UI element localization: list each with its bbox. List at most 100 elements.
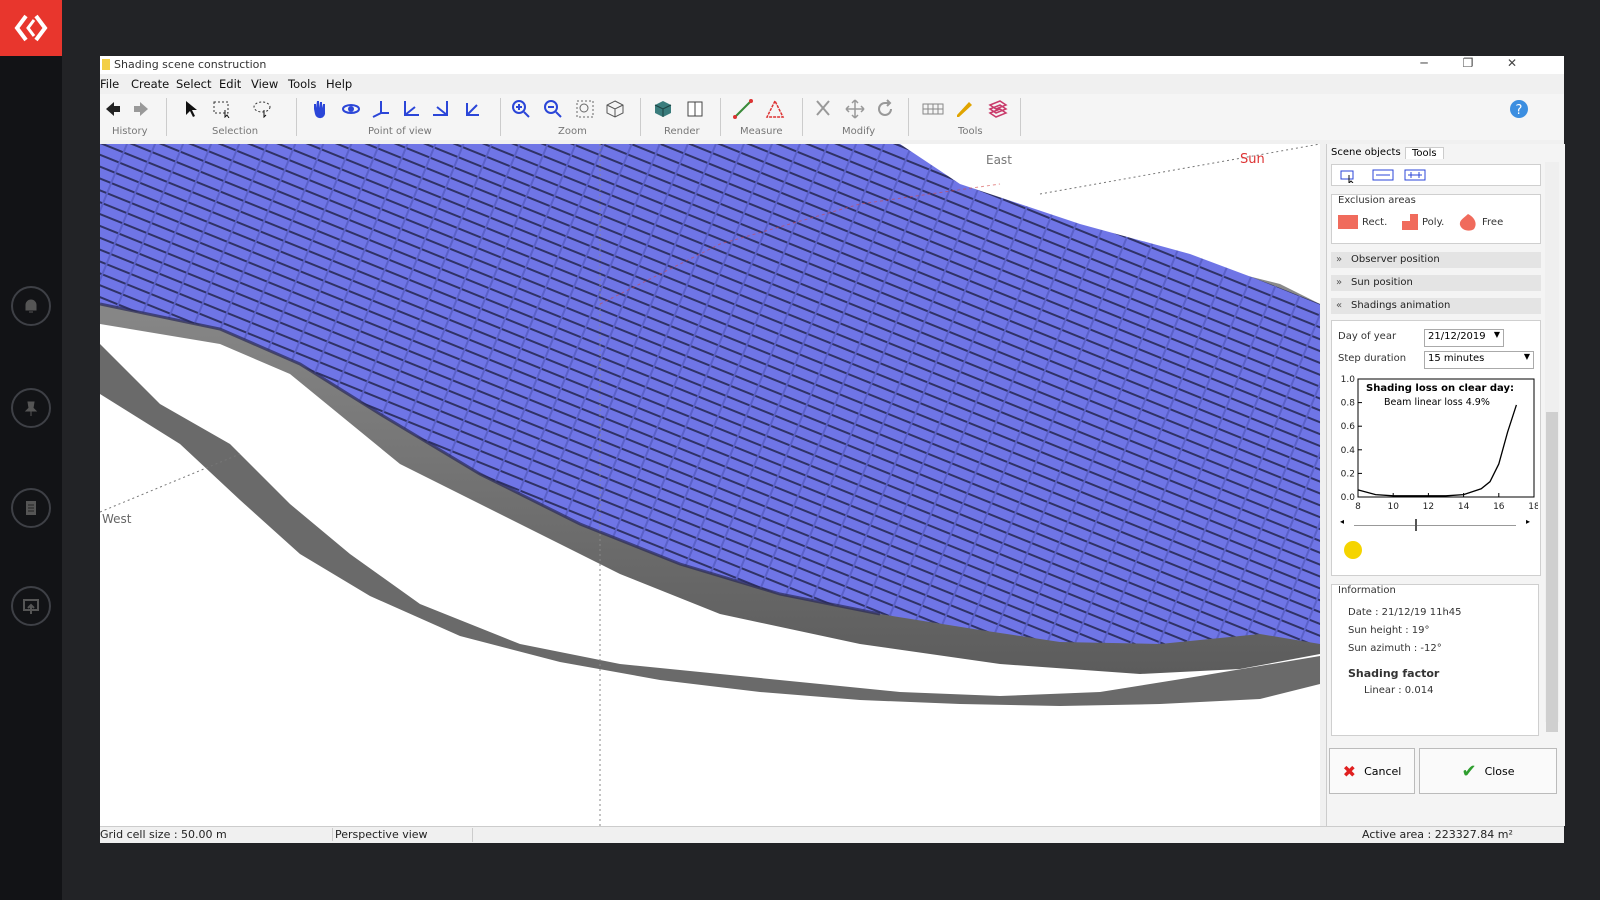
scissors-icon[interactable]	[812, 98, 834, 120]
pin-icon[interactable]	[11, 388, 51, 428]
section-shadings-animation[interactable]: « Shadings animation	[1331, 298, 1541, 314]
spacing-icon[interactable]	[1404, 167, 1426, 183]
pan-hand-icon[interactable]	[308, 98, 330, 120]
menu-file[interactable]: File	[100, 77, 119, 91]
scene-viewport[interactable]: East West Sun	[100, 144, 1320, 826]
menu-create[interactable]: Create	[131, 77, 169, 91]
day-of-year-dropdown[interactable]: 21/12/2019 ▼	[1424, 329, 1504, 347]
toolbar-separator	[908, 98, 909, 136]
poly-label[interactable]: Poly.	[1422, 217, 1444, 228]
view-z-icon[interactable]	[462, 98, 484, 120]
app-logo[interactable]	[0, 0, 62, 56]
cancel-button[interactable]: ✖ Cancel	[1329, 748, 1415, 794]
step-duration-dropdown[interactable]: 15 minutes ▼	[1424, 351, 1534, 369]
upload-icon[interactable]	[11, 586, 51, 626]
close-label: Close	[1484, 764, 1515, 778]
rect-icon[interactable]	[1338, 215, 1358, 229]
y-tick-label: 0.2	[1341, 469, 1355, 479]
slider-right-icon[interactable]: ▸	[1526, 517, 1530, 526]
layers-icon[interactable]	[986, 98, 1008, 120]
time-slider[interactable]: ◂ ▸	[1340, 517, 1530, 531]
info-title: Information	[1338, 585, 1396, 596]
free-label[interactable]: Free	[1482, 217, 1503, 228]
tab-tools[interactable]: Tools	[1405, 147, 1444, 159]
poly-icon[interactable]	[1400, 213, 1420, 231]
slider-left-icon[interactable]: ◂	[1340, 517, 1344, 526]
x-tick-label: 16	[1493, 502, 1505, 512]
x-tick-label: 10	[1387, 502, 1399, 512]
step-value: 15 minutes	[1428, 353, 1485, 364]
y-tick-label: 1.0	[1341, 375, 1356, 385]
notes-icon[interactable]	[11, 488, 51, 528]
pencil-icon[interactable]	[954, 98, 976, 120]
group-zoom: Zoom	[558, 126, 587, 137]
slider-thumb[interactable]	[1414, 519, 1417, 531]
menu-select[interactable]: Select	[176, 77, 211, 91]
close-window-button[interactable]: ✕	[1492, 56, 1532, 74]
scroll-thumb[interactable]	[1546, 412, 1558, 732]
info-date: Date : 21/12/19 11h45	[1348, 607, 1462, 618]
zoom-out-icon[interactable]	[542, 98, 564, 120]
y-tick-label: 0.4	[1341, 446, 1356, 456]
logo-icon	[14, 14, 48, 42]
width-icon[interactable]	[1372, 167, 1394, 183]
day-value: 21/12/2019	[1428, 331, 1486, 342]
status-view: Perspective view	[332, 828, 428, 841]
information-box: Information Date : 21/12/19 11h45 Sun he…	[1331, 584, 1539, 736]
shading-factor-title: Shading factor	[1348, 667, 1440, 680]
animation-box: Day of year 21/12/2019 ▼ Step duration 15…	[1331, 320, 1541, 576]
restore-button[interactable]: ❐	[1448, 56, 1488, 74]
move-icon[interactable]	[844, 98, 866, 120]
menu-view[interactable]: View	[251, 77, 278, 91]
help-icon[interactable]: ?	[1508, 98, 1530, 120]
section-observer-position[interactable]: » Observer position	[1331, 252, 1541, 268]
tool-icons-strip	[1331, 164, 1541, 186]
zoom-in-icon[interactable]	[510, 98, 532, 120]
rect-label[interactable]: Rect.	[1362, 217, 1387, 228]
measure-angle-icon[interactable]	[764, 98, 786, 120]
measure-distance-icon[interactable]	[732, 98, 754, 120]
bell-icon[interactable]	[11, 286, 51, 326]
close-button[interactable]: ✔ Close	[1419, 748, 1557, 794]
day-label: Day of year	[1338, 331, 1397, 342]
group-tools: Tools	[958, 126, 983, 137]
minimize-button[interactable]: ─	[1404, 56, 1444, 74]
zoom-extents-icon[interactable]	[604, 98, 626, 120]
align-icon[interactable]	[1340, 167, 1358, 183]
orbit-icon[interactable]	[340, 98, 362, 120]
view-axes-icon[interactable]	[370, 98, 392, 120]
group-modify: Modify	[842, 126, 876, 137]
menu-tools[interactable]: Tools	[288, 77, 316, 91]
east-label: East	[986, 153, 1012, 167]
check-icon: ✔	[1461, 760, 1477, 782]
pointer-icon[interactable]	[180, 98, 202, 120]
grid-icon[interactable]	[922, 98, 944, 120]
menu-help[interactable]: Help	[326, 77, 352, 91]
panel-scrollbar[interactable]	[1545, 162, 1559, 732]
tab-scene-objects[interactable]: Scene objects	[1331, 147, 1401, 158]
toolbar-separator	[640, 98, 641, 136]
rotate-icon[interactable]	[874, 98, 896, 120]
expand-icon: »	[1336, 254, 1343, 265]
undo-arrow-icon[interactable]	[102, 98, 124, 120]
render-wire-icon[interactable]	[684, 98, 706, 120]
info-sun-height: Sun height : 19°	[1348, 625, 1430, 636]
info-sun-azimuth: Sun azimuth : -12°	[1348, 643, 1442, 654]
dropdown-arrow-icon: ▼	[1523, 352, 1530, 361]
status-bar: Grid cell size : 50.00 m Perspective vie…	[100, 826, 1564, 843]
render-shaded-icon[interactable]	[652, 98, 674, 120]
view-y-icon[interactable]	[430, 98, 452, 120]
x-tick-label: 14	[1458, 502, 1470, 512]
slider-track	[1354, 525, 1516, 526]
menu-edit[interactable]: Edit	[219, 77, 241, 91]
free-icon[interactable]	[1458, 213, 1478, 231]
group-history: History	[112, 126, 148, 137]
section-sun-position[interactable]: » Sun position	[1331, 275, 1541, 291]
zoom-window-icon[interactable]	[574, 98, 596, 120]
rect-select-icon[interactable]	[212, 98, 234, 120]
toolbar-separator	[166, 98, 167, 136]
y-tick-label: 0.6	[1341, 422, 1356, 432]
lasso-select-icon[interactable]	[252, 98, 274, 120]
redo-arrow-icon[interactable]	[130, 98, 152, 120]
view-x-icon[interactable]	[400, 98, 422, 120]
